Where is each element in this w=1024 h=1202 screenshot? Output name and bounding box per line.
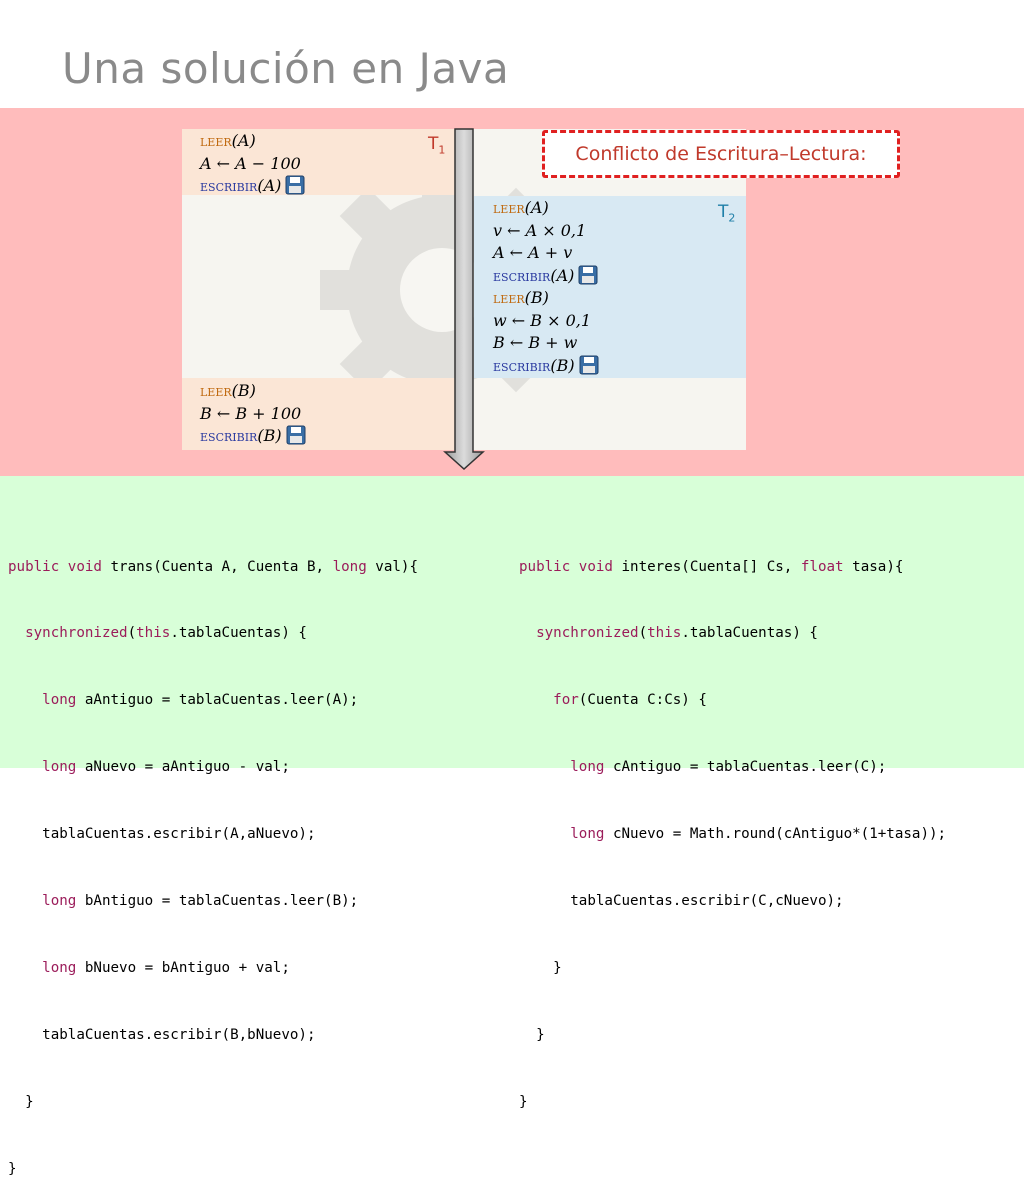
op-line: leer(B) (200, 381, 256, 400)
floppy-disk-icon (579, 355, 599, 374)
op-line: v ← A × 0,1 (493, 220, 587, 240)
code-trans: public void trans(Cuenta A, Cuenta B, lo… (8, 511, 418, 1202)
escribir-keyword: escribir (493, 355, 551, 375)
code-line: for(Cuenta C:Cs) { (519, 692, 707, 709)
op-line: leer(B) (493, 288, 549, 307)
slide-title: Una solución en Java (62, 44, 510, 93)
leer-keyword: leer (493, 288, 525, 307)
op-line: A ← A − 100 (200, 153, 301, 173)
code-line: tablaCuentas.escribir(A,aNuevo); (8, 826, 316, 843)
code-line: } (8, 1093, 34, 1110)
code-line: long cAntiguo = tablaCuentas.leer(C); (519, 759, 887, 776)
op-line: leer(A) (200, 131, 256, 150)
code-line: tablaCuentas.escribir(C,cNuevo); (519, 893, 844, 910)
escribir-keyword: escribir (493, 265, 551, 285)
code-line: synchronized(this.tablaCuentas) { (8, 625, 307, 642)
t1-ops-part2: leer(B) B ← B + 100 escribir(B) (200, 380, 306, 448)
time-arrow-icon (443, 128, 485, 470)
op-line: escribir(B) (200, 425, 306, 448)
code-line: long bAntiguo = tablaCuentas.leer(B); (8, 893, 359, 910)
leer-keyword: leer (493, 198, 525, 217)
code-line: long bNuevo = bAntiguo + val; (8, 959, 290, 976)
code-line: tablaCuentas.escribir(B,bNuevo); (8, 1026, 316, 1043)
code-line: public void trans(Cuenta A, Cuenta B, lo… (8, 558, 419, 575)
t1-ops-part1: leer(A) A ← A − 100 escribir(A) (200, 130, 305, 198)
floppy-disk-icon (285, 175, 305, 195)
op-line: escribir(A) (493, 265, 599, 288)
code-line: } (519, 959, 562, 976)
code-line: } (519, 1093, 528, 1110)
code-line: long aNuevo = aAntiguo - val; (8, 759, 290, 776)
op-line: B ← B + 100 (200, 403, 302, 423)
op-line: B ← B + w (493, 333, 578, 352)
code-line: } (8, 1160, 17, 1177)
escribir-keyword: escribir (200, 176, 258, 195)
escribir-keyword: escribir (200, 426, 258, 445)
t2-label: T2 (718, 202, 736, 225)
code-line: long cNuevo = Math.round(cAntiguo*(1+tas… (519, 826, 947, 843)
code-interes: public void interes(Cuenta[] Cs, float t… (519, 511, 946, 1135)
code-line: public void interes(Cuenta[] Cs, float t… (519, 558, 904, 575)
t2-ops: leer(A) v ← A × 0,1 A ← A + v escribir(A… (493, 197, 599, 377)
floppy-disk-icon (578, 265, 598, 284)
op-line: escribir(A) (200, 175, 305, 198)
op-line: A ← A + v (493, 243, 573, 262)
leer-keyword: leer (200, 131, 232, 150)
code-line: } (519, 1026, 545, 1043)
op-line: w ← B × 0,1 (493, 310, 592, 330)
code-line: long aAntiguo = tablaCuentas.leer(A); (8, 692, 359, 709)
floppy-disk-icon (286, 425, 306, 445)
conflict-callout: Conflicto de Escritura–Lectura: (542, 130, 900, 178)
code-line: synchronized(this.tablaCuentas) { (519, 625, 818, 642)
op-line: leer(A) (493, 198, 549, 217)
op-line: escribir(B) (493, 355, 599, 378)
leer-keyword: leer (200, 381, 232, 400)
